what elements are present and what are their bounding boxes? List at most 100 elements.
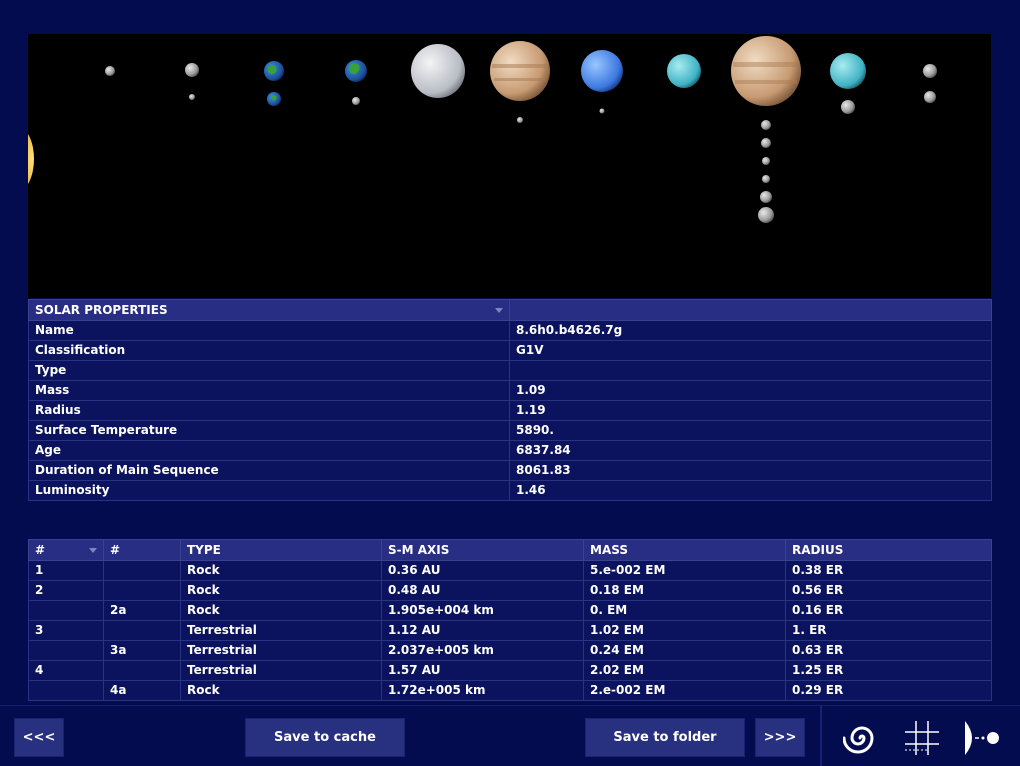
column-header-type[interactable]: TYPE [180, 539, 382, 561]
star-icon [28, 134, 34, 184]
column-header-mass[interactable]: MASS [583, 539, 786, 561]
planet-6-icon[interactable] [490, 41, 550, 101]
band-shape [735, 80, 797, 84]
moon-2a-icon[interactable] [189, 94, 195, 100]
solar-properties-table: SOLAR PROPERTIES Name 8.6h0.b4626.7g Clas… [28, 299, 992, 501]
property-label: Mass [28, 380, 510, 401]
solar-value-header [509, 299, 992, 321]
cell-type: Terrestrial [180, 640, 382, 661]
cell-axis: 0.48 AU [381, 580, 584, 601]
cell-type: Terrestrial [180, 620, 382, 641]
sort-arrow-icon [89, 547, 97, 553]
table-row: Surface Temperature 5890. [28, 420, 992, 441]
property-label: Name [28, 320, 510, 341]
moon-9a-icon[interactable] [761, 120, 771, 130]
table-row[interactable]: 3 Terrestrial 1.12 AU 1.02 EM 1. ER [28, 620, 992, 641]
cell-mass: 0.24 EM [583, 640, 786, 661]
planet-10-icon[interactable] [830, 53, 866, 89]
property-value: G1V [509, 340, 992, 361]
planet-2-icon[interactable] [185, 63, 199, 77]
cell-number [28, 680, 104, 701]
column-header-radius[interactable]: RADIUS [785, 539, 992, 561]
moon-9d-icon[interactable] [762, 175, 770, 183]
table-row[interactable]: 2 Rock 0.48 AU 0.18 EM 0.56 ER [28, 580, 992, 601]
moon-7a-icon[interactable] [599, 108, 605, 114]
moon-9b-icon[interactable] [761, 138, 771, 148]
next-button[interactable]: >>> [755, 718, 805, 757]
property-value: 1.46 [509, 480, 992, 501]
cell-type: Rock [180, 600, 382, 621]
planet-1-icon[interactable] [105, 66, 115, 76]
property-value: 1.09 [509, 380, 992, 401]
table-row[interactable]: 4a Rock 1.72e+005 km 2.e-002 EM 0.29 ER [28, 680, 992, 701]
grid-view-button[interactable] [903, 718, 941, 757]
cell-type: Rock [180, 560, 382, 581]
moon-10a-icon[interactable] [841, 100, 855, 114]
cell-number [28, 640, 104, 661]
moon-9e-icon[interactable] [760, 191, 772, 203]
table-row: Classification G1V [28, 340, 992, 361]
table-row[interactable]: 2a Rock 1.905e+004 km 0. EM 0.16 ER [28, 600, 992, 621]
table-row: Age 6837.84 [28, 440, 992, 461]
moon-6a-icon[interactable] [517, 117, 523, 123]
cell-type: Terrestrial [180, 660, 382, 681]
cell-axis: 2.037e+005 km [381, 640, 584, 661]
cell-number [28, 600, 104, 621]
planet-9-icon[interactable] [731, 36, 801, 106]
save-to-cache-button[interactable]: Save to cache [245, 718, 405, 757]
solar-header-label: SOLAR PROPERTIES [35, 302, 168, 317]
cell-axis: 0.36 AU [381, 560, 584, 581]
column-header-label: # [35, 542, 46, 557]
property-label: Surface Temperature [28, 420, 510, 441]
cell-number: 1 [28, 560, 104, 581]
cell-moon: 4a [103, 680, 181, 701]
moon-11a-icon[interactable] [924, 91, 936, 103]
property-value: 8.6h0.b4626.7g [509, 320, 992, 341]
property-value: 1.19 [509, 400, 992, 421]
planet-8-icon[interactable] [667, 54, 701, 88]
toolbar-divider [820, 706, 822, 766]
cell-radius: 0.56 ER [785, 580, 992, 601]
previous-button[interactable]: <<< [14, 718, 64, 757]
cell-mass: 5.e-002 EM [583, 560, 786, 581]
system-view-button[interactable] [963, 718, 1001, 757]
moon-9f-icon[interactable] [758, 207, 774, 223]
table-row[interactable]: 3a Terrestrial 2.037e+005 km 0.24 EM 0.63 ER [28, 640, 992, 661]
moon-9c-icon[interactable] [762, 157, 770, 165]
property-label: Classification [28, 340, 510, 361]
solar-properties-header[interactable]: SOLAR PROPERTIES [28, 299, 510, 321]
system-view-icon [965, 720, 999, 755]
cell-radius: 0.16 ER [785, 600, 992, 621]
table-row[interactable]: 1 Rock 0.36 AU 5.e-002 EM 0.38 ER [28, 560, 992, 581]
cell-radius: 1.25 ER [785, 660, 992, 681]
column-header-number[interactable]: # [28, 539, 104, 561]
cell-mass: 0.18 EM [583, 580, 786, 601]
cell-axis: 1.57 AU [381, 660, 584, 681]
planet-5-icon[interactable] [411, 44, 465, 98]
cell-number: 4 [28, 660, 104, 681]
property-label: Age [28, 440, 510, 461]
save-to-folder-button[interactable]: Save to folder [585, 718, 745, 757]
cell-moon [103, 620, 181, 641]
column-header-axis[interactable]: S-M AXIS [381, 539, 584, 561]
table-row[interactable]: 4 Terrestrial 1.57 AU 2.02 EM 1.25 ER [28, 660, 992, 681]
planets-table: # # TYPE S-M AXIS MASS RADIUS 1 Rock 0.36 … [28, 539, 992, 701]
column-header-moon[interactable]: # [103, 539, 181, 561]
cell-moon [103, 580, 181, 601]
property-label: Type [28, 360, 510, 381]
band-shape [494, 78, 546, 81]
planet-7-icon[interactable] [581, 50, 623, 92]
property-value: 6837.84 [509, 440, 992, 461]
solar-system-viewer[interactable] [28, 34, 991, 298]
cell-radius: 1. ER [785, 620, 992, 641]
galaxy-view-button[interactable] [843, 718, 881, 757]
cell-axis: 1.905e+004 km [381, 600, 584, 621]
table-row: Radius 1.19 [28, 400, 992, 421]
property-value: 5890. [509, 420, 992, 441]
cell-axis: 1.72e+005 km [381, 680, 584, 701]
moon-4a-icon[interactable] [352, 97, 360, 105]
cell-moon [103, 560, 181, 581]
table-row: Duration of Main Sequence 8061.83 [28, 460, 992, 481]
planet-11-icon[interactable] [923, 64, 937, 78]
cell-type: Rock [180, 680, 382, 701]
